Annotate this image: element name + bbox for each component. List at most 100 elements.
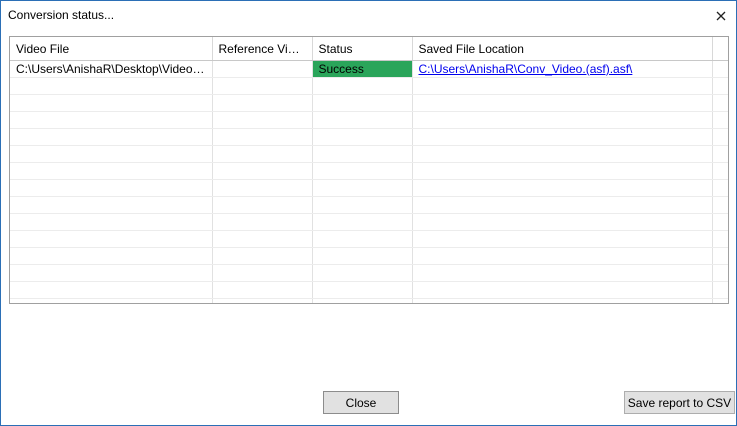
empty-cell (712, 247, 728, 265)
header-row: Video File Reference Video... Status Sav… (10, 37, 728, 61)
empty-table-row (10, 111, 728, 129)
cell-spacer (712, 60, 728, 78)
empty-cell (712, 281, 728, 299)
empty-table-row (10, 179, 728, 197)
empty-table-row (10, 298, 728, 303)
empty-cell (10, 128, 213, 146)
results-table: Video File Reference Video... Status Sav… (10, 37, 728, 303)
empty-cell (10, 298, 213, 303)
empty-cell (212, 247, 313, 265)
empty-cell (412, 298, 713, 303)
close-icon-glyph (716, 11, 726, 21)
empty-cell (712, 77, 728, 95)
empty-table-row (10, 281, 728, 299)
empty-cell (712, 162, 728, 180)
empty-cell (412, 264, 713, 282)
empty-table-row (10, 162, 728, 180)
status-badge: Success (312, 60, 413, 78)
empty-cell (712, 213, 728, 231)
empty-table-row (10, 213, 728, 231)
empty-cell (412, 162, 713, 180)
empty-cell (10, 111, 213, 129)
empty-cell (312, 196, 413, 214)
empty-cell (712, 230, 728, 248)
saved-file-link[interactable]: C:\Users\AnishaR\Conv_Video.(asf).asf\ (419, 62, 633, 76)
dialog-title: Conversion status... (8, 8, 115, 22)
empty-cell (10, 230, 213, 248)
empty-cell (712, 196, 728, 214)
empty-table-row (10, 196, 728, 214)
empty-cell (712, 128, 728, 146)
empty-table-row (10, 145, 728, 163)
empty-cell (212, 298, 313, 303)
empty-cell (212, 162, 313, 180)
empty-cell (212, 281, 313, 299)
empty-table-row (10, 247, 728, 265)
empty-cell (212, 196, 313, 214)
empty-cell (312, 247, 413, 265)
empty-cell (712, 298, 728, 303)
empty-cell (712, 94, 728, 112)
empty-cell (712, 179, 728, 197)
empty-cell (312, 298, 413, 303)
empty-table-row (10, 264, 728, 282)
empty-cell (712, 145, 728, 163)
empty-cell (212, 94, 313, 112)
empty-table-row (10, 94, 728, 112)
empty-cell (10, 213, 213, 231)
empty-cell (212, 145, 313, 163)
empty-cell (412, 196, 713, 214)
empty-cell (412, 281, 713, 299)
column-header-saved-file-location[interactable]: Saved File Location (412, 37, 713, 61)
empty-cell (312, 162, 413, 180)
empty-cell (212, 264, 313, 282)
empty-cell (10, 264, 213, 282)
empty-cell (212, 77, 313, 95)
empty-cell (10, 162, 213, 180)
empty-cell (312, 213, 413, 231)
cell-saved-file-location: C:\Users\AnishaR\Conv_Video.(asf).asf\ (412, 60, 713, 78)
empty-cell (312, 145, 413, 163)
empty-cell (712, 111, 728, 129)
empty-cell (10, 77, 213, 95)
empty-cell (312, 111, 413, 129)
empty-cell (412, 213, 713, 231)
empty-cell (312, 94, 413, 112)
empty-cell (412, 94, 713, 112)
close-icon[interactable] (710, 5, 732, 27)
empty-cell (10, 179, 213, 197)
empty-cell (10, 281, 213, 299)
close-button[interactable]: Close (323, 391, 399, 414)
empty-table-row (10, 128, 728, 146)
title-bar: Conversion status... (1, 1, 736, 31)
table-row[interactable]: C:\Users\AnishaR\Desktop\Video.(asf).asf… (10, 60, 728, 78)
empty-cell (412, 128, 713, 146)
conversion-status-dialog: Conversion status... Video File Referenc… (0, 0, 737, 426)
empty-cell (312, 179, 413, 197)
empty-cell (312, 264, 413, 282)
cell-reference-video (212, 60, 313, 78)
empty-cell (212, 111, 313, 129)
empty-cell (10, 94, 213, 112)
column-header-spacer (712, 37, 728, 61)
empty-table-row (10, 230, 728, 248)
empty-table-row (10, 77, 728, 95)
conversion-results-grid[interactable]: Video File Reference Video... Status Sav… (9, 36, 729, 304)
empty-cell (212, 230, 313, 248)
empty-cell (412, 179, 713, 197)
empty-cell (412, 111, 713, 129)
empty-cell (10, 145, 213, 163)
empty-cell (412, 77, 713, 95)
empty-cell (212, 213, 313, 231)
column-header-video-file[interactable]: Video File (10, 37, 213, 61)
empty-cell (312, 128, 413, 146)
empty-cell (212, 179, 313, 197)
empty-cell (312, 77, 413, 95)
empty-cell (312, 230, 413, 248)
column-header-reference-video[interactable]: Reference Video... (212, 37, 313, 61)
empty-cell (712, 264, 728, 282)
save-report-csv-button[interactable]: Save report to CSV (624, 391, 735, 414)
empty-cell (312, 281, 413, 299)
column-header-status[interactable]: Status (312, 37, 413, 61)
empty-cell (10, 247, 213, 265)
